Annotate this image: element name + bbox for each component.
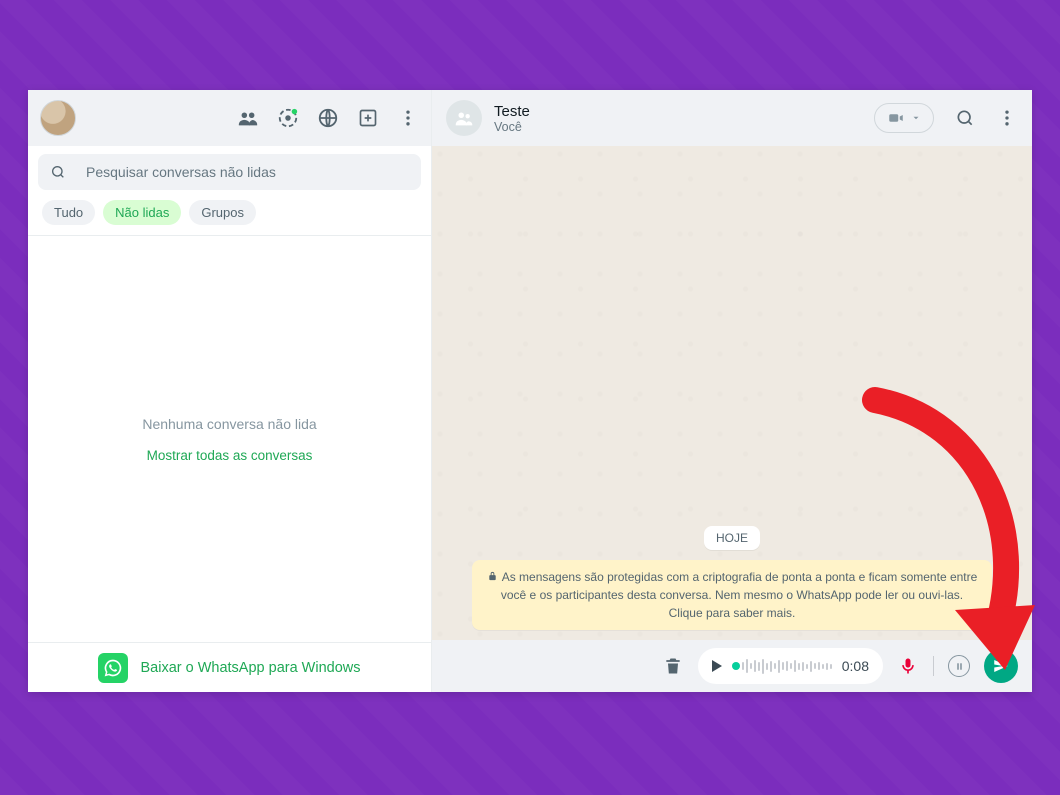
chat-header: Teste Você [432, 90, 1032, 146]
show-all-conversations-link[interactable]: Mostrar todas as conversas [147, 448, 313, 463]
encryption-notice[interactable]: As mensagens são protegidas com a cripto… [472, 560, 992, 630]
date-separator: HOJE [704, 526, 760, 550]
waveform[interactable] [732, 659, 832, 674]
chat-title: Teste [494, 103, 530, 120]
filter-all[interactable]: Tudo [42, 200, 95, 225]
chat-messages-area[interactable]: HOJE As mensagens são protegidas com a c… [432, 146, 1032, 640]
search-container [28, 146, 431, 196]
filter-groups[interactable]: Grupos [189, 200, 256, 225]
sidebar-icon-row [237, 107, 419, 129]
search-input[interactable] [86, 164, 409, 180]
filter-unread[interactable]: Não lidas [103, 200, 181, 225]
new-chat-icon[interactable] [357, 107, 379, 129]
chevron-down-icon [911, 113, 921, 123]
download-banner[interactable]: Baixar o WhatsApp para Windows [28, 642, 431, 692]
user-avatar[interactable] [40, 100, 76, 136]
search-bar[interactable] [38, 154, 421, 190]
chat-menu-icon[interactable] [996, 107, 1018, 129]
recording-duration: 0:08 [842, 658, 869, 674]
voice-record-bar: 0:08 [432, 640, 1032, 692]
chat-header-left[interactable]: Teste Você [446, 100, 530, 136]
search-icon [50, 164, 66, 180]
filter-row: Tudo Não lidas Grupos [28, 196, 431, 236]
download-label: Baixar o WhatsApp para Windows [140, 660, 360, 676]
communities-icon[interactable] [237, 107, 259, 129]
group-avatar-icon [446, 100, 482, 136]
chat-header-right [874, 103, 1018, 133]
chat-search-icon[interactable] [954, 107, 976, 129]
chat-subtitle: Você [494, 120, 530, 134]
menu-icon[interactable] [397, 107, 419, 129]
whatsapp-logo-icon [98, 653, 128, 683]
recording-preview: 0:08 [698, 648, 883, 684]
chat-panel: Teste Você HOJE A [432, 90, 1032, 692]
sidebar: Tudo Não lidas Grupos Nenhuma conversa n… [28, 90, 432, 692]
video-icon [887, 109, 905, 127]
app-window: Tudo Não lidas Grupos Nenhuma conversa n… [28, 90, 1032, 692]
empty-state-text: Nenhuma conversa não lida [142, 416, 316, 432]
chat-list-empty: Nenhuma conversa não lida Mostrar todas … [28, 236, 431, 642]
play-recording-button[interactable] [712, 660, 722, 672]
channels-icon[interactable] [317, 107, 339, 129]
pause-recording-button[interactable] [948, 655, 970, 677]
lock-icon [487, 571, 498, 582]
delete-recording-button[interactable] [662, 655, 684, 677]
video-call-button[interactable] [874, 103, 934, 133]
playhead-dot [732, 662, 740, 670]
status-icon[interactable] [277, 107, 299, 129]
sidebar-header [28, 90, 431, 146]
divider [933, 656, 934, 676]
encryption-text: As mensagens são protegidas com a cripto… [501, 570, 977, 620]
microphone-icon[interactable] [897, 655, 919, 677]
send-icon [992, 657, 1010, 675]
messages-stack: HOJE As mensagens são protegidas com a c… [432, 526, 1032, 630]
send-button[interactable] [984, 649, 1018, 683]
